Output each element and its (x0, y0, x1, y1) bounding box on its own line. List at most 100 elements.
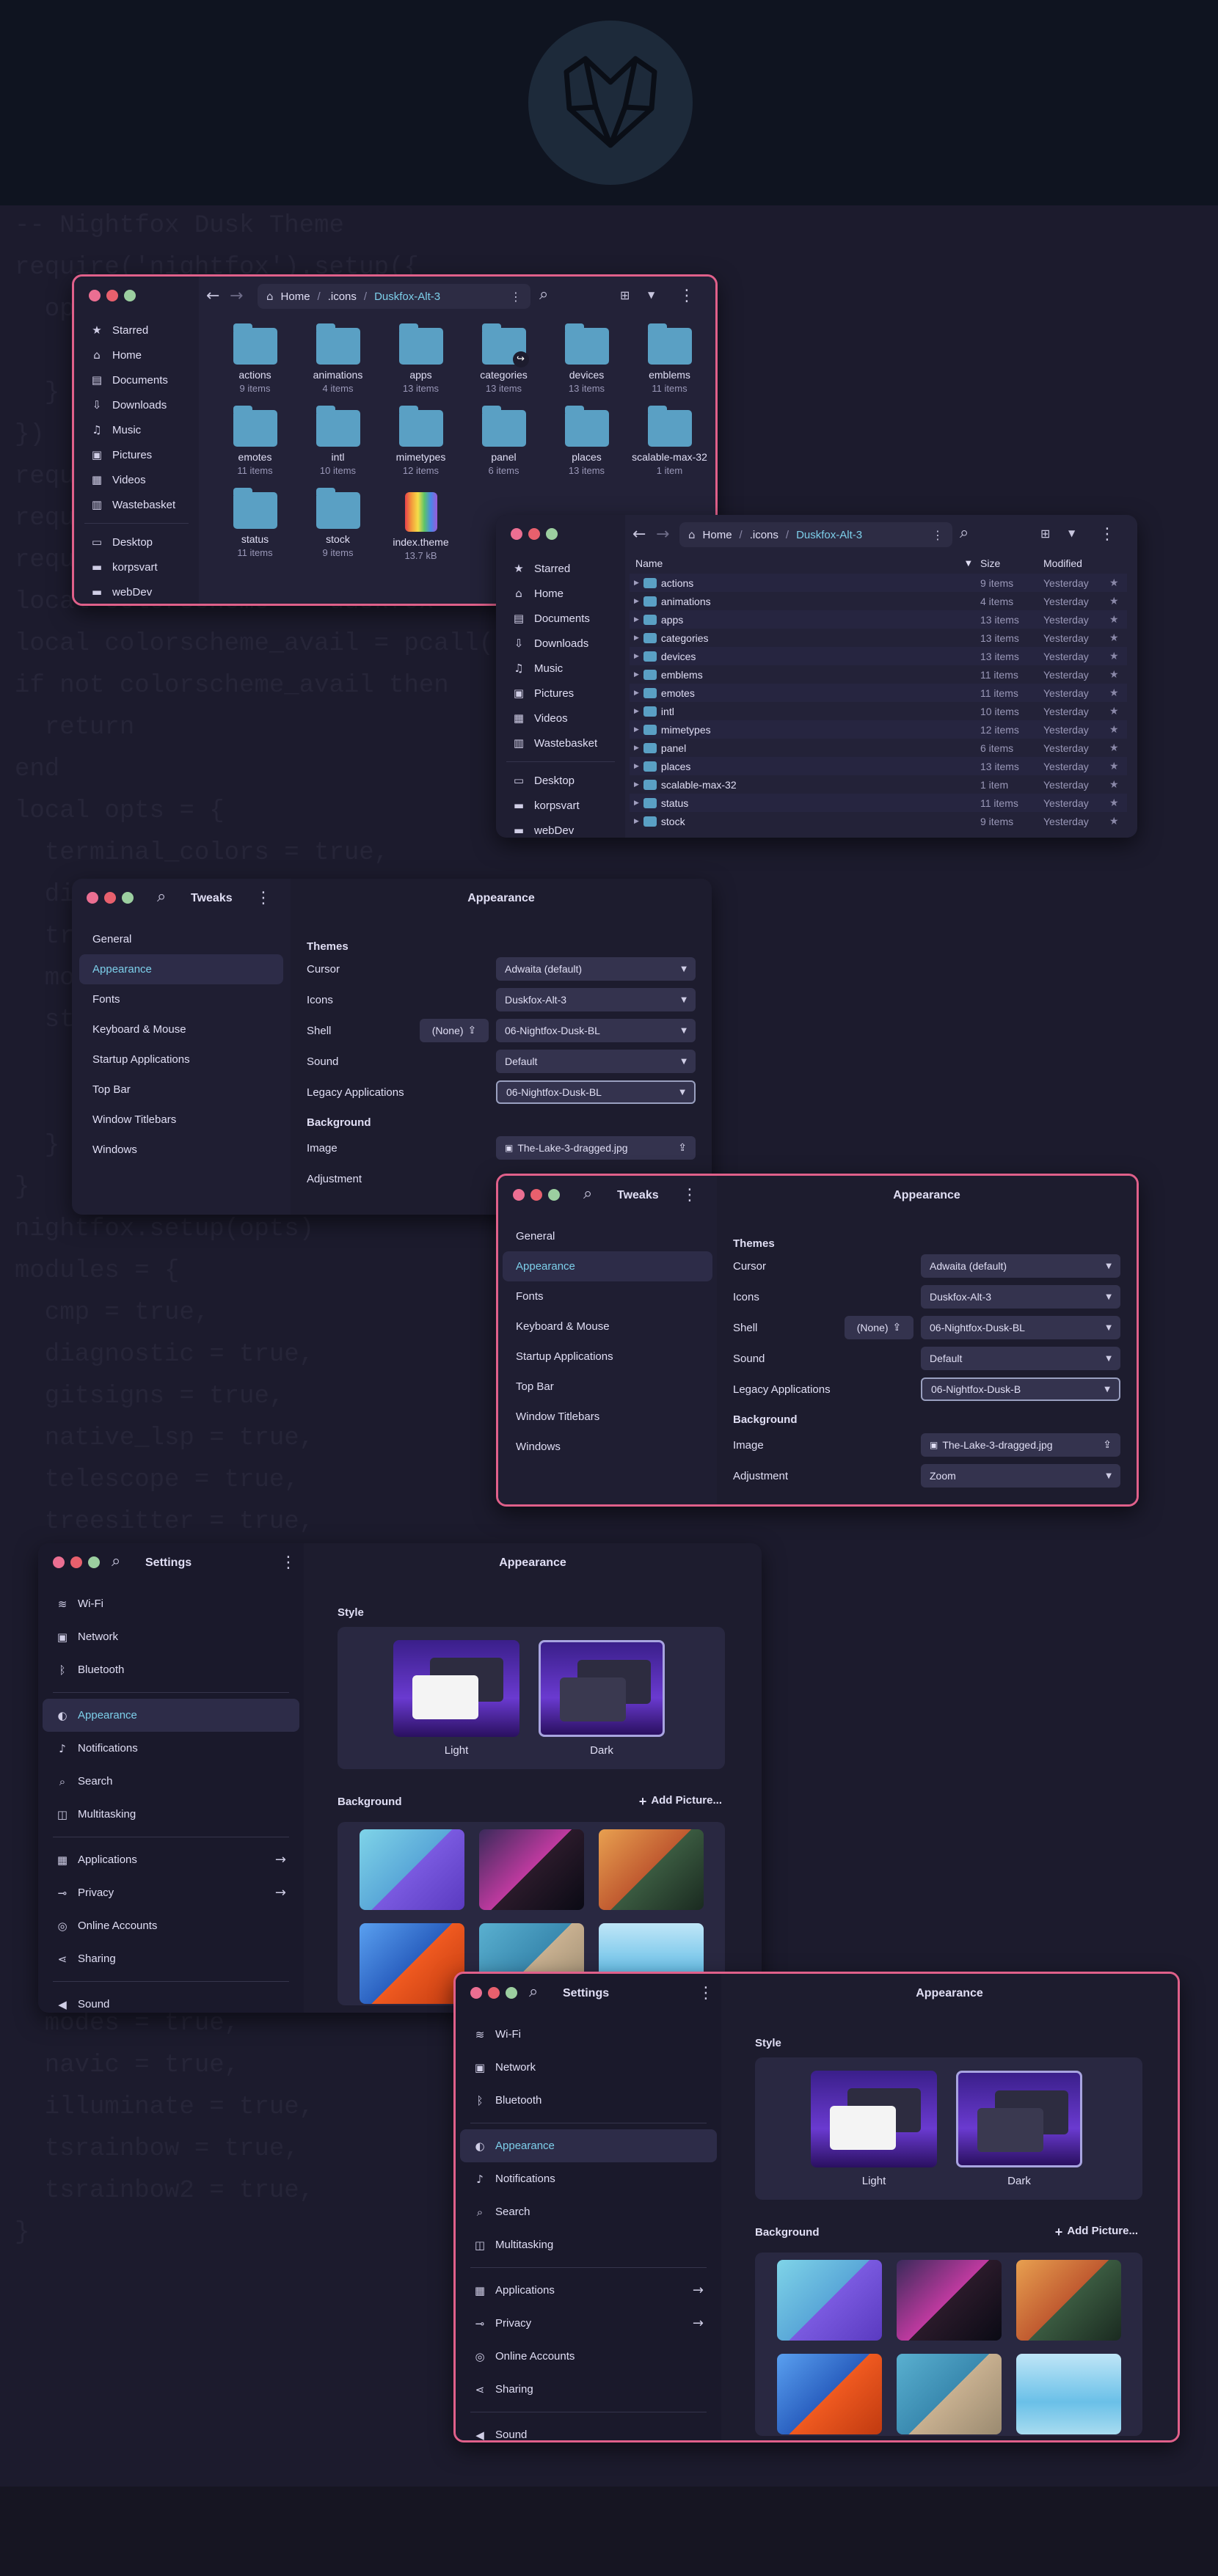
close-button[interactable] (513, 1189, 525, 1201)
maximize-button[interactable] (506, 1987, 517, 1999)
star-icon[interactable]: ★ (1109, 687, 1127, 699)
search-icon[interactable]: ⌕ (112, 1552, 120, 1570)
minimize-button[interactable] (488, 1987, 500, 1999)
table-row[interactable]: ▶ stock 9 items Yesterday ★ (630, 812, 1127, 830)
menu-icon[interactable]: ⋮ (682, 1186, 698, 1204)
expand-icon[interactable]: ▶ (634, 799, 639, 807)
table-row[interactable]: ▶ devices 13 items Yesterday ★ (630, 647, 1127, 665)
folder-item[interactable]: mimetypes 12 items (379, 406, 462, 476)
path-segment[interactable]: Duskfox-Alt-3 (796, 529, 862, 541)
column-name[interactable]: Name (630, 557, 966, 569)
star-icon[interactable]: ★ (1109, 724, 1127, 736)
sidebar-item-sharing[interactable]: ⋖ Sharing (43, 1942, 299, 1975)
star-icon[interactable]: ★ (1109, 669, 1127, 681)
view-toggle-icon[interactable]: ⊞ (1040, 527, 1050, 541)
expand-icon[interactable]: ▶ (634, 634, 639, 642)
folder-item[interactable]: stock 9 items (296, 488, 379, 561)
theme-dropdown[interactable]: Default ▼ (496, 1050, 696, 1073)
column-size[interactable]: Size (980, 557, 1043, 569)
sidebar-item-webdev[interactable]: ▬ webDev (74, 579, 199, 604)
path-segment[interactable]: Home (703, 529, 732, 541)
nav-item-top-bar[interactable]: Top Bar (79, 1075, 283, 1105)
nav-item-fonts[interactable]: Fonts (79, 984, 283, 1014)
wallpaper-thumbnail[interactable] (1016, 2354, 1121, 2434)
folder-item[interactable]: actions 9 items (214, 323, 296, 394)
search-icon[interactable]: ⌕ (529, 1983, 538, 2001)
sidebar-item-applications[interactable]: ▦ Applications → (460, 2274, 717, 2307)
sidebar-item-appearance[interactable]: ◐ Appearance (460, 2129, 717, 2162)
folder-item[interactable]: apps 13 items (379, 323, 462, 394)
sidebar-item-desktop[interactable]: ▭ Desktop (496, 768, 625, 793)
expand-icon[interactable]: ▶ (634, 763, 639, 770)
search-icon[interactable]: ⌕ (960, 524, 969, 542)
folder-item[interactable]: scalable-max-32 1 item (628, 406, 711, 476)
sidebar-item-starred[interactable]: ★ Starred (496, 556, 625, 581)
sidebar-item-starred[interactable]: ★ Starred (74, 318, 199, 343)
minimize-button[interactable] (104, 892, 116, 904)
style-light-option[interactable] (811, 2071, 937, 2167)
sidebar-item-sharing[interactable]: ⋖ Sharing (460, 2373, 717, 2406)
sidebar-item-sound[interactable]: ◀ Sound (460, 2418, 717, 2441)
folder-item[interactable]: devices 13 items (545, 323, 628, 394)
star-icon[interactable]: ★ (1109, 761, 1127, 772)
nav-item-windows[interactable]: Windows (79, 1135, 283, 1165)
sidebar-item-videos[interactable]: ▦ Videos (74, 467, 199, 492)
table-row[interactable]: ▶ apps 13 items Yesterday ★ (630, 610, 1127, 629)
shell-none-button[interactable]: (None) ⇪ (845, 1316, 914, 1339)
minimize-button[interactable] (106, 290, 118, 301)
path-segment[interactable]: Home (281, 290, 310, 303)
close-button[interactable] (511, 528, 522, 540)
path-bar[interactable]: ⌂ Home / .icons / Duskfox-Alt-3 ⋮ (258, 284, 530, 309)
view-options-icon[interactable]: ▼ (1068, 528, 1075, 538)
menu-icon[interactable]: ⋮ (679, 287, 695, 305)
expand-icon[interactable]: ▶ (634, 616, 639, 623)
wallpaper-thumbnail[interactable] (897, 2260, 1002, 2341)
nav-item-keyboard-mouse[interactable]: Keyboard & Mouse (503, 1311, 712, 1342)
table-row[interactable]: ▶ status 11 items Yesterday ★ (630, 794, 1127, 812)
table-row[interactable]: ▶ animations 4 items Yesterday ★ (630, 592, 1127, 610)
path-menu-icon[interactable]: ⋮ (510, 290, 522, 304)
nav-item-fonts[interactable]: Fonts (503, 1281, 712, 1311)
maximize-button[interactable] (122, 892, 134, 904)
sidebar-item-notifications[interactable]: ♪ Notifications (460, 2162, 717, 2195)
close-button[interactable] (53, 1556, 65, 1568)
wallpaper-thumbnail[interactable] (777, 2260, 882, 2341)
sidebar-item-sound[interactable]: ◀ Sound (43, 1988, 299, 2013)
adjustment-dropdown[interactable]: Zoom ▼ (921, 1464, 1120, 1488)
forward-icon[interactable]: → (656, 525, 669, 544)
theme-dropdown[interactable]: Duskfox-Alt-3 ▼ (921, 1285, 1120, 1309)
expand-icon[interactable]: ▶ (634, 598, 639, 605)
nav-item-appearance[interactable]: Appearance (79, 954, 283, 984)
sidebar-item-search[interactable]: ⌕ Search (43, 1765, 299, 1798)
star-icon[interactable]: ★ (1109, 706, 1127, 717)
sidebar-item-downloads[interactable]: ⇩ Downloads (496, 631, 625, 656)
wallpaper-thumbnail[interactable] (479, 1829, 584, 1910)
sidebar-item-desktop[interactable]: ▭ Desktop (74, 530, 199, 555)
sidebar-item-network[interactable]: ▣ Network (460, 2051, 717, 2084)
sidebar-item-documents[interactable]: ▤ Documents (496, 606, 625, 631)
sidebar-item-webdev[interactable]: ▬ webDev (496, 818, 625, 838)
column-modified[interactable]: Modified (1043, 557, 1127, 569)
sidebar-item-multitasking[interactable]: ◫ Multitasking (460, 2228, 717, 2261)
nav-item-window-titlebars[interactable]: Window Titlebars (79, 1105, 283, 1135)
star-icon[interactable]: ★ (1109, 614, 1127, 626)
close-button[interactable] (87, 892, 98, 904)
menu-icon[interactable]: ⋮ (698, 1984, 714, 2002)
theme-dropdown[interactable]: 06-Nightfox-Dusk-BL ▼ (496, 1080, 696, 1104)
expand-icon[interactable]: ▶ (634, 653, 639, 660)
minimize-button[interactable] (70, 1556, 82, 1568)
image-chooser[interactable]: ▣ The-Lake-3-dragged.jpg ⇪ (921, 1433, 1120, 1457)
folder-item[interactable]: index.theme 13.7 kB (379, 492, 462, 561)
sidebar-item-documents[interactable]: ▤ Documents (74, 367, 199, 392)
table-row[interactable]: ▶ places 13 items Yesterday ★ (630, 757, 1127, 775)
sidebar-item-notifications[interactable]: ♪ Notifications (43, 1732, 299, 1765)
nav-item-window-titlebars[interactable]: Window Titlebars (503, 1402, 712, 1432)
star-icon[interactable]: ★ (1109, 577, 1127, 589)
sidebar-item-pictures[interactable]: ▣ Pictures (74, 442, 199, 467)
theme-dropdown[interactable]: 06-Nightfox-Dusk-BL ▼ (921, 1316, 1120, 1339)
sidebar-item-privacy[interactable]: ⊸ Privacy → (43, 1876, 299, 1909)
sidebar-item-wi-fi[interactable]: ≋ Wi-Fi (460, 2018, 717, 2051)
sidebar-item-korpsvart[interactable]: ▬ korpsvart (74, 555, 199, 579)
theme-dropdown[interactable]: 06-Nightfox-Dusk-B ▼ (921, 1377, 1120, 1401)
expand-icon[interactable]: ▶ (634, 726, 639, 733)
